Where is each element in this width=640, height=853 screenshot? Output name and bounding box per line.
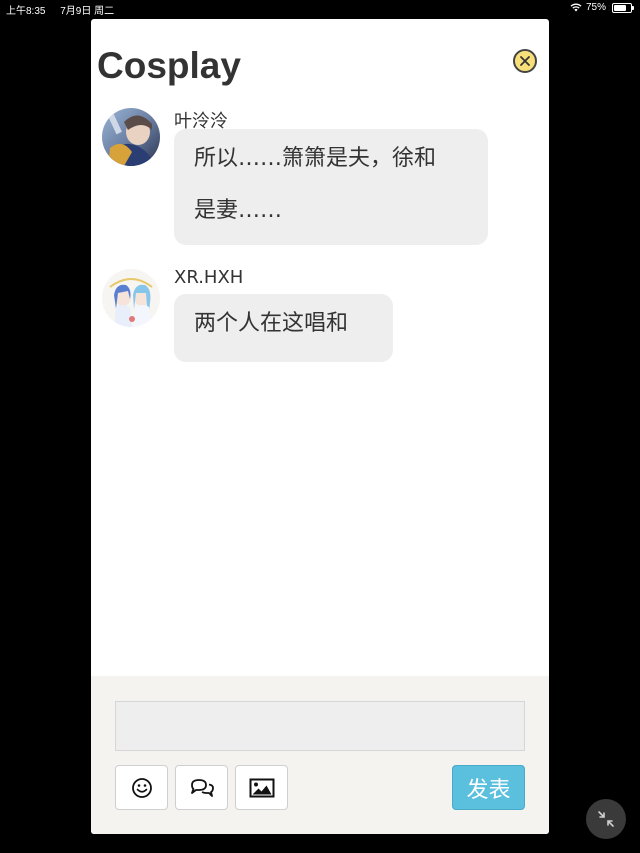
wifi-icon <box>570 3 582 12</box>
image-button[interactable] <box>235 765 288 810</box>
smiley-icon <box>131 777 152 798</box>
avatar[interactable] <box>102 269 160 327</box>
message-text-line: 所以……箫箫是夫，徐和 <box>194 146 437 171</box>
avatar-image <box>102 108 160 166</box>
emoji-button[interactable] <box>115 765 168 810</box>
quote-button[interactable] <box>175 765 228 810</box>
message-bubble: 两个人在这唱和 <box>174 294 393 362</box>
status-bar: 上午8:35 7月9日 周二 75% <box>0 0 640 18</box>
avatar[interactable] <box>102 108 160 166</box>
message-text-line: 是妻…… <box>194 198 283 223</box>
status-right: 75% <box>570 2 634 13</box>
minimize-floating-button[interactable] <box>586 799 626 839</box>
comments-icon <box>190 778 214 797</box>
battery-percent: 75% <box>585 2 606 13</box>
status-time: 上午8:35 <box>6 6 46 17</box>
close-icon <box>520 56 530 66</box>
message-username: XR.HXH <box>174 267 244 288</box>
message-bubble: 所以……箫箫是夫，徐和 是妻…… <box>174 129 488 245</box>
battery-icon <box>612 2 634 13</box>
picture-icon <box>249 778 274 797</box>
chat-panel: Cosplay 叶泠泠 所以……箫箫是夫，徐和 是妻…… XR.HXH 两个人在… <box>91 19 549 834</box>
post-button[interactable]: 发表 <box>452 765 525 810</box>
avatar-image <box>102 269 160 327</box>
message-input[interactable] <box>115 701 525 751</box>
message-text-line: 两个人在这唱和 <box>194 311 349 336</box>
battery-fill <box>614 4 626 11</box>
composer: 发表 <box>91 676 549 834</box>
collapse-arrows-icon <box>598 811 614 827</box>
status-date: 7月9日 周二 <box>60 6 115 17</box>
page-title: Cosplay <box>97 45 241 86</box>
close-button[interactable] <box>513 49 537 73</box>
status-left: 上午8:35 7月9日 周二 <box>6 2 114 17</box>
